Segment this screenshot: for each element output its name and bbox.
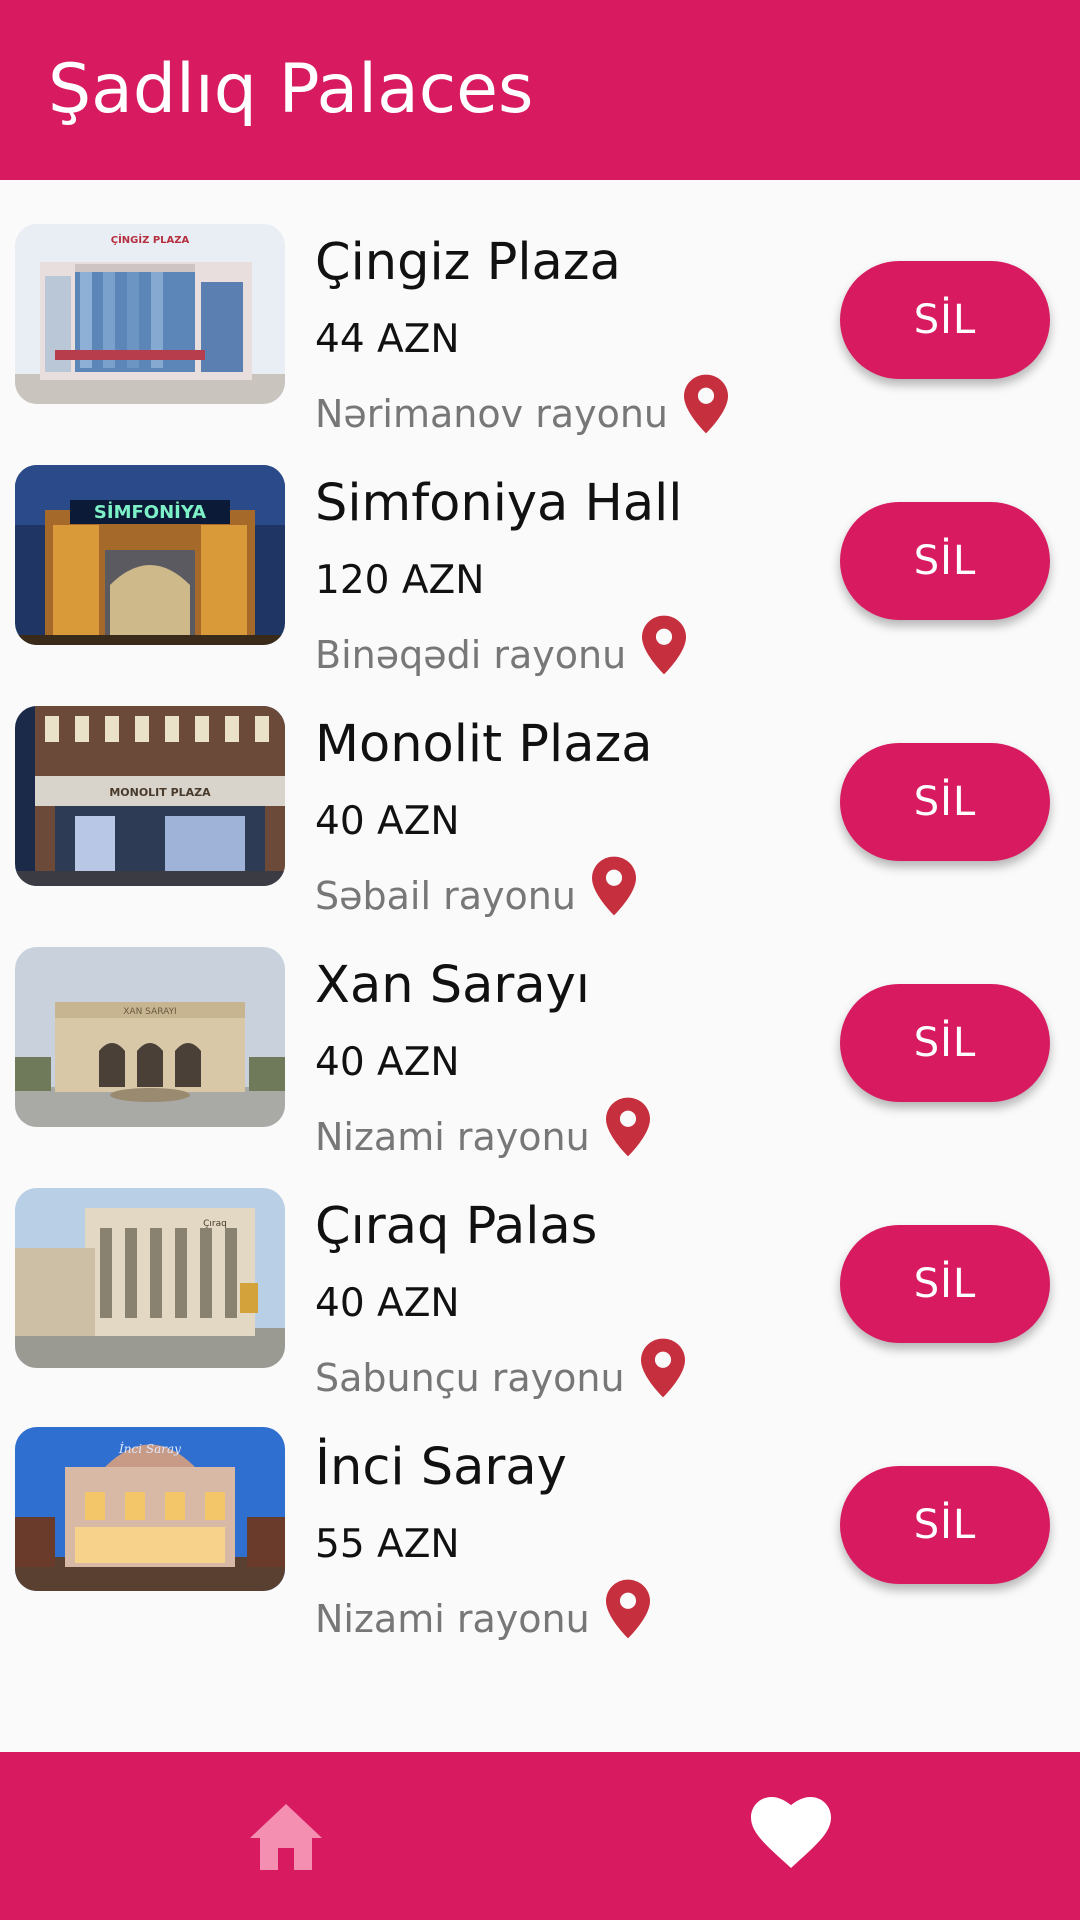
district: Nərimanov rayonu <box>315 374 729 444</box>
delete-button[interactable]: SİL <box>840 1225 1050 1343</box>
delete-button[interactable]: SİL <box>840 984 1050 1102</box>
page-title: Şadlıq Palaces <box>48 50 534 129</box>
bottom-navigation <box>0 1752 1080 1920</box>
location-pin-icon <box>684 374 729 434</box>
district: Binəqədi rayonu <box>315 615 687 685</box>
hall-price: 40 AZN <box>315 1281 460 1326</box>
home-icon[interactable] <box>246 1800 326 1874</box>
app-bar: Şadlıq Palaces <box>0 0 1080 180</box>
svg-text:İnci Saray: İnci Saray <box>118 1441 181 1456</box>
district-label: Səbail rayonu <box>315 874 576 918</box>
palace-list[interactable]: ÇİNGİZ PLAZA Çingiz Plaza 44 AZN Nəriman… <box>0 180 1080 1752</box>
palace-photo: XAN SARAYI <box>15 947 285 1127</box>
district-label: Binəqədi rayonu <box>315 633 627 677</box>
hall-name: Çıraq Palas <box>315 1197 598 1256</box>
location-pin-icon <box>591 856 636 916</box>
location-pin-icon <box>605 1579 650 1639</box>
list-item[interactable]: İnci Saray İnci Saray 55 AZN Nizami rayo… <box>0 1427 1080 1668</box>
hall-price: 120 AZN <box>315 558 485 603</box>
district-label: Nizami rayonu <box>315 1115 590 1159</box>
photo-image: İnci Saray <box>15 1427 285 1591</box>
hall-name: Xan Sarayı <box>315 956 590 1015</box>
hall-name: Monolit Plaza <box>315 715 653 774</box>
svg-text:XAN SARAYI: XAN SARAYI <box>123 1007 176 1017</box>
list-item[interactable]: SİMFONİYA Simfoniya Hall 120 AZN Binəqəd… <box>0 463 1080 704</box>
list-item[interactable]: ÇİNGİZ PLAZA Çingiz Plaza 44 AZN Nəriman… <box>0 222 1080 463</box>
svg-text:Çıraq: Çıraq <box>203 1219 227 1229</box>
photo-image: SİMFONİYA <box>15 465 285 645</box>
heart-icon[interactable] <box>751 1796 831 1872</box>
district: Nizami rayonu <box>315 1579 650 1649</box>
photo-image: MONOLIT PLAZA <box>15 706 285 886</box>
hall-price: 40 AZN <box>315 799 460 844</box>
list-item[interactable]: MONOLIT PLAZA Monolit Plaza 40 AZN Səbai… <box>0 704 1080 945</box>
hall-price: 44 AZN <box>315 317 460 362</box>
location-pin-icon <box>640 1338 685 1398</box>
district-label: Nizami rayonu <box>315 1597 590 1641</box>
list-item[interactable]: XAN SARAYI Xan Sarayı 40 AZN Nizami rayo… <box>0 945 1080 1186</box>
hall-name: Simfoniya Hall <box>315 474 683 533</box>
photo-image: ÇİNGİZ PLAZA <box>15 224 285 404</box>
svg-text:ÇİNGİZ PLAZA: ÇİNGİZ PLAZA <box>111 232 190 246</box>
hall-price: 40 AZN <box>315 1040 460 1085</box>
palace-photo: MONOLIT PLAZA <box>15 706 285 886</box>
photo-image: Çıraq <box>15 1188 285 1368</box>
district: Sabunçu rayonu <box>315 1338 685 1408</box>
palace-photo: Çıraq <box>15 1188 285 1368</box>
svg-text:MONOLIT PLAZA: MONOLIT PLAZA <box>109 786 211 799</box>
hall-name: Çingiz Plaza <box>315 233 621 292</box>
delete-button[interactable]: SİL <box>840 502 1050 620</box>
hall-name: İnci Saray <box>315 1438 567 1497</box>
delete-button[interactable]: SİL <box>840 261 1050 379</box>
district: Səbail rayonu <box>315 856 636 926</box>
svg-text:SİMFONİYA: SİMFONİYA <box>94 501 206 523</box>
district-label: Nərimanov rayonu <box>315 392 669 436</box>
palace-photo: ÇİNGİZ PLAZA <box>15 224 285 404</box>
hall-price: 55 AZN <box>315 1522 460 1567</box>
district-label: Sabunçu rayonu <box>315 1356 625 1400</box>
palace-photo: İnci Saray <box>15 1427 285 1591</box>
district: Nizami rayonu <box>315 1097 650 1167</box>
delete-button[interactable]: SİL <box>840 743 1050 861</box>
palace-photo: SİMFONİYA <box>15 465 285 645</box>
delete-button[interactable]: SİL <box>840 1466 1050 1584</box>
location-pin-icon <box>642 615 687 675</box>
location-pin-icon <box>605 1097 650 1157</box>
list-item[interactable]: Çıraq Çıraq Palas 40 AZN Sabunçu rayonu … <box>0 1186 1080 1427</box>
photo-image: XAN SARAYI <box>15 947 285 1127</box>
